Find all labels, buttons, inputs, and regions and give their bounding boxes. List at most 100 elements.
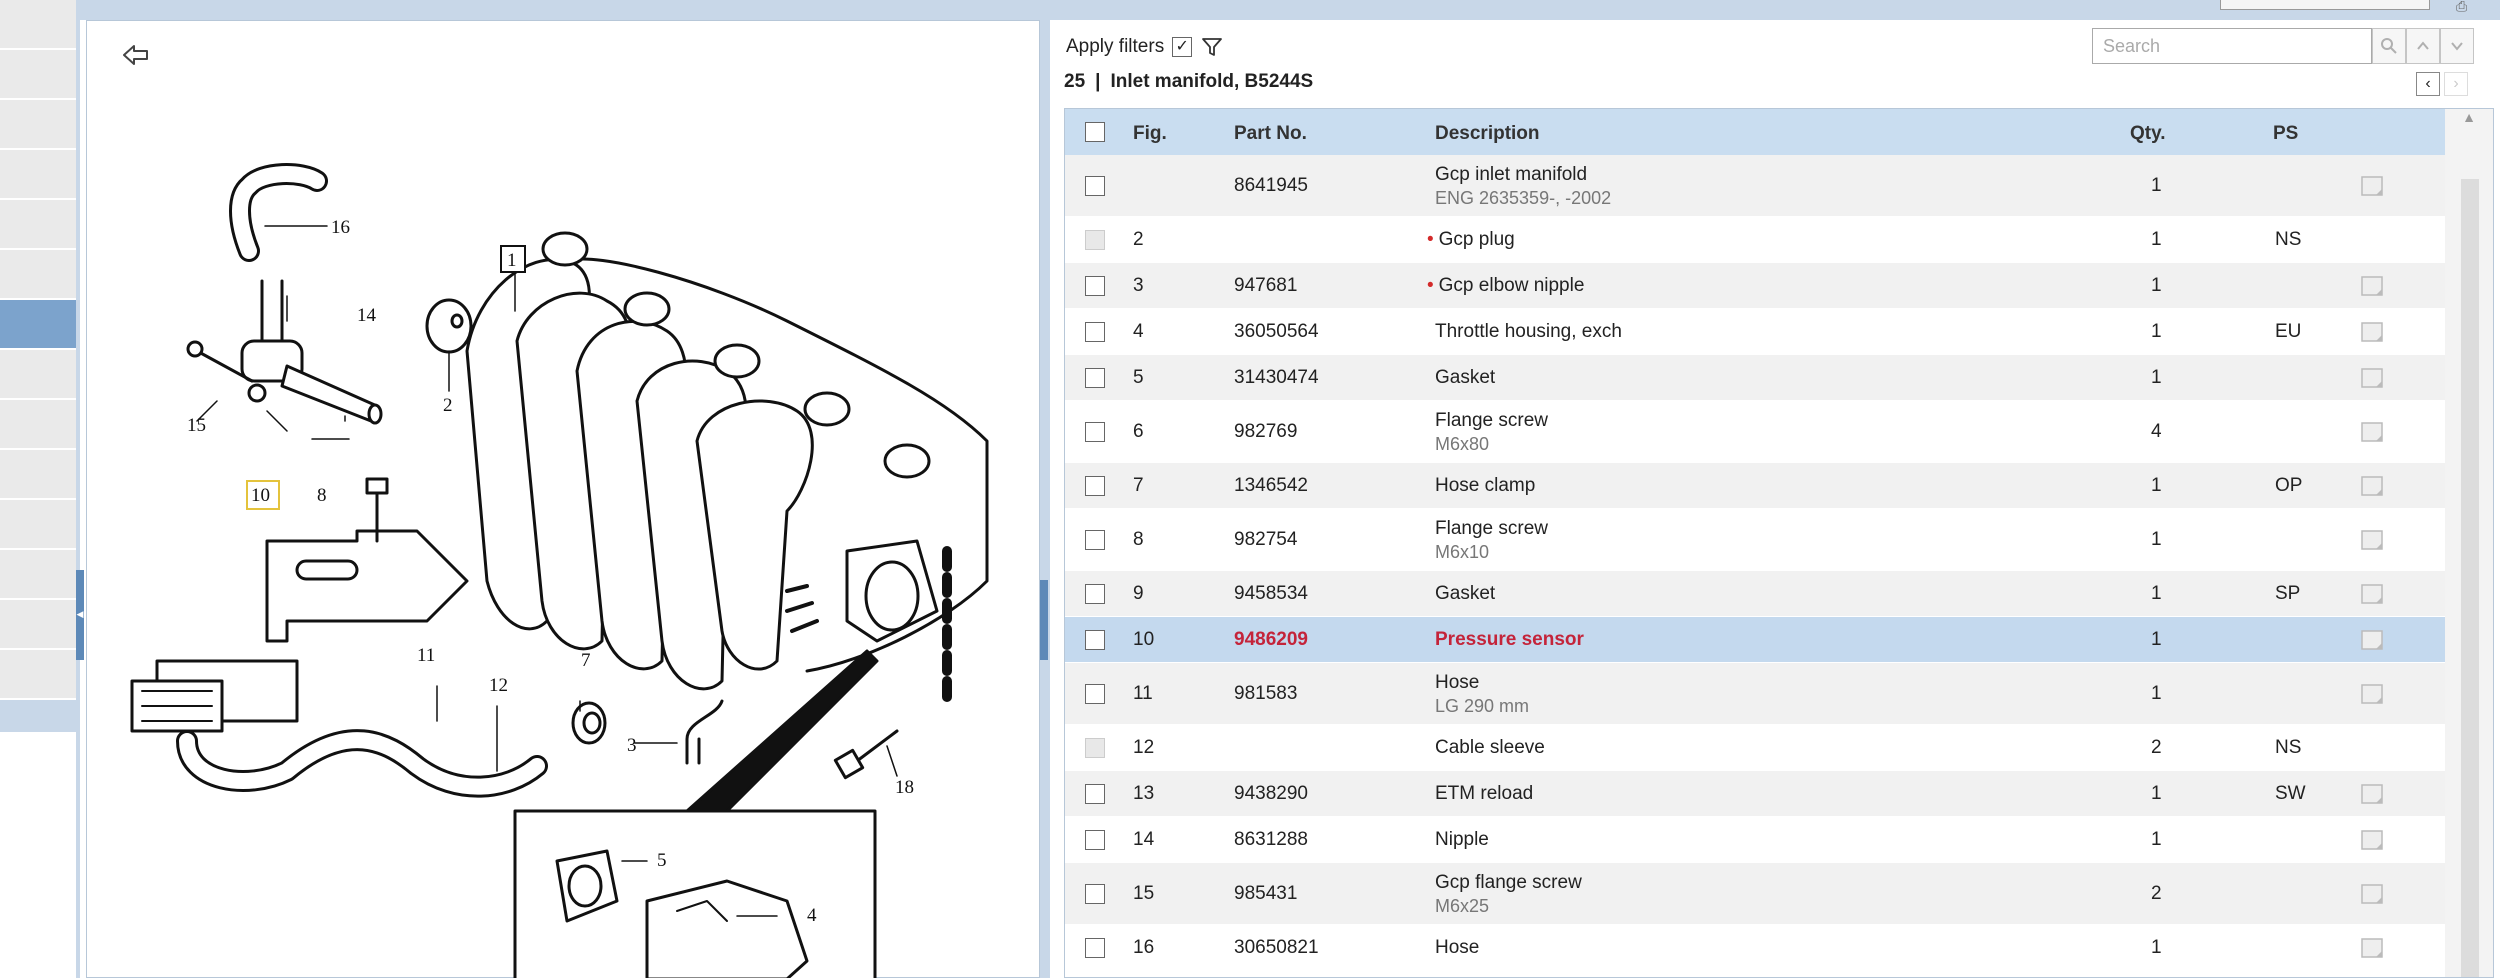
table-scrollbar[interactable]: ▲ xyxy=(2445,109,2493,977)
left-nav-item[interactable] xyxy=(0,550,76,600)
table-row[interactable]: 11 981583 1 Hose LG 290 mm xyxy=(1065,663,2445,725)
table-row[interactable]: 6 982769 4 Flange screw M6x80 xyxy=(1065,401,2445,463)
row-checkbox[interactable] xyxy=(1085,884,1105,904)
add-to-cart-icon[interactable] xyxy=(2360,782,2386,806)
row-checkbox[interactable] xyxy=(1085,276,1105,296)
add-to-cart-icon[interactable] xyxy=(2360,682,2386,706)
back-arrow-icon[interactable] xyxy=(121,41,151,69)
apply-filters-label: Apply filters xyxy=(1066,36,1165,57)
left-nav-item[interactable] xyxy=(0,300,76,350)
table-header: Fig. Part No. Description Qty. PS xyxy=(1065,109,2445,155)
left-nav-item[interactable] xyxy=(0,500,76,550)
add-to-cart-icon[interactable] xyxy=(2360,474,2386,498)
cell-description: Gasket xyxy=(1435,367,1495,389)
left-nav-item[interactable] xyxy=(0,350,76,400)
cell-description: Nipple xyxy=(1435,829,1489,851)
left-nav-item[interactable] xyxy=(0,200,76,250)
add-to-cart-icon[interactable] xyxy=(2360,582,2386,606)
add-to-cart-icon[interactable] xyxy=(2360,174,2386,198)
row-checkbox[interactable] xyxy=(1085,630,1105,650)
add-to-cart-icon[interactable] xyxy=(2360,828,2386,852)
add-to-cart-icon[interactable] xyxy=(2360,528,2386,552)
row-checkbox[interactable] xyxy=(1085,176,1105,196)
panel-splitter[interactable] xyxy=(1040,20,1050,978)
row-checkbox[interactable] xyxy=(1085,368,1105,388)
cell-fig: 4 xyxy=(1133,321,1144,342)
apply-filters-checkbox[interactable]: ✓ xyxy=(1172,37,1193,57)
add-to-cart-icon[interactable] xyxy=(2360,366,2386,390)
row-checkbox[interactable] xyxy=(1085,322,1105,342)
table-row[interactable]: 12 2 NS Cable sleeve xyxy=(1065,725,2445,771)
previous-page-button[interactable]: ‹ xyxy=(2416,72,2440,96)
left-nav-item[interactable] xyxy=(0,650,76,700)
table-row[interactable]: 2 1 NS • Gcp plug xyxy=(1065,217,2445,263)
left-nav-item[interactable] xyxy=(0,100,76,150)
callout-14: 14 xyxy=(357,305,377,326)
table-row[interactable]: 3 947681 1 • Gcp elbow nipple xyxy=(1065,263,2445,309)
row-checkbox[interactable] xyxy=(1085,784,1105,804)
cell-fig: 11 xyxy=(1133,683,1153,704)
section-number: 25 xyxy=(1064,71,1086,92)
table-row[interactable]: 10 9486209 1 Pressure sensor xyxy=(1065,617,2445,663)
left-nav-item[interactable] xyxy=(0,50,76,100)
table-row[interactable]: 16 30650821 1 Hose xyxy=(1065,925,2445,971)
next-page-button[interactable]: › xyxy=(2444,72,2468,96)
add-to-cart-icon[interactable] xyxy=(2360,420,2386,444)
header-ps[interactable]: PS xyxy=(2273,123,2298,145)
header-part-no[interactable]: Part No. xyxy=(1234,123,1307,145)
left-nav-item[interactable] xyxy=(0,250,76,300)
row-checkbox[interactable] xyxy=(1085,938,1105,958)
cell-fig: 14 xyxy=(1133,829,1155,850)
add-to-cart-icon[interactable] xyxy=(2360,936,2386,960)
add-to-cart-icon[interactable] xyxy=(2360,274,2386,298)
scroll-thumb[interactable] xyxy=(2461,179,2479,977)
add-to-cart-icon[interactable] xyxy=(2360,628,2386,652)
cell-part-no: 9458534 xyxy=(1234,583,1308,604)
row-checkbox[interactable] xyxy=(1085,422,1105,442)
table-row[interactable]: 14 8631288 1 Nipple xyxy=(1065,817,2445,863)
row-checkbox[interactable] xyxy=(1085,830,1105,850)
add-to-cart-icon[interactable] xyxy=(2360,882,2386,906)
search-button[interactable] xyxy=(2372,28,2406,64)
row-checkbox[interactable] xyxy=(1085,476,1105,496)
table-row[interactable]: 4 36050564 1 EU Throttle housing, exch xyxy=(1065,309,2445,355)
left-nav-item[interactable] xyxy=(0,150,76,200)
table-row[interactable]: 9 9458534 1 SP Gasket xyxy=(1065,571,2445,617)
table-row[interactable]: 15 985431 2 Gcp flange screw M6x25 xyxy=(1065,863,2445,925)
left-nav-item[interactable] xyxy=(0,600,76,650)
header-qty[interactable]: Qty. xyxy=(2130,123,2166,145)
left-nav-item[interactable] xyxy=(0,450,76,500)
cell-fig: 10 xyxy=(1133,629,1155,650)
cell-fig: 2 xyxy=(1133,229,1144,250)
row-checkbox[interactable] xyxy=(1085,584,1105,604)
table-row[interactable]: 7 1346542 1 OP Hose clamp xyxy=(1065,463,2445,509)
select-all-checkbox[interactable] xyxy=(1085,122,1105,142)
cell-ps: EU xyxy=(2275,321,2302,342)
top-dropdown[interactable] xyxy=(2220,0,2430,10)
table-row[interactable]: 8641945 1 Gcp inlet manifold ENG 2635359-, … xyxy=(1065,155,2445,217)
left-nav-item[interactable] xyxy=(0,0,76,50)
table-row[interactable]: 8 982754 1 Flange screw M6x10 xyxy=(1065,509,2445,571)
header-description[interactable]: Description xyxy=(1435,123,1540,145)
description-text: ETM reload xyxy=(1435,783,1534,804)
search-previous-button[interactable] xyxy=(2406,28,2440,64)
cell-ps: OP xyxy=(2275,475,2303,496)
search-input[interactable] xyxy=(2092,28,2372,64)
scroll-up-icon[interactable]: ▲ xyxy=(2459,109,2479,131)
callout-1: 1 xyxy=(507,250,517,271)
left-nav-item[interactable] xyxy=(0,400,76,450)
filter-funnel-icon[interactable] xyxy=(1200,35,1224,59)
print-icon[interactable]: ⎙ xyxy=(2456,0,2482,14)
description-text: Pressure sensor xyxy=(1435,629,1584,650)
cell-qty: 1 xyxy=(2151,275,2162,296)
add-to-cart-icon[interactable] xyxy=(2360,320,2386,344)
table-row[interactable]: 13 9438290 1 SW ETM reload xyxy=(1065,771,2445,817)
search-next-button[interactable] xyxy=(2440,28,2474,64)
header-fig[interactable]: Fig. xyxy=(1133,123,1167,145)
row-checkbox[interactable] xyxy=(1085,530,1105,550)
table-row[interactable]: 5 31430474 1 Gasket xyxy=(1065,355,2445,401)
splitter-handle[interactable] xyxy=(1040,580,1048,660)
left-panel-collapse-handle[interactable]: ◀ xyxy=(76,570,84,660)
row-checkbox[interactable] xyxy=(1085,684,1105,704)
cell-fig: 12 xyxy=(1133,737,1155,758)
